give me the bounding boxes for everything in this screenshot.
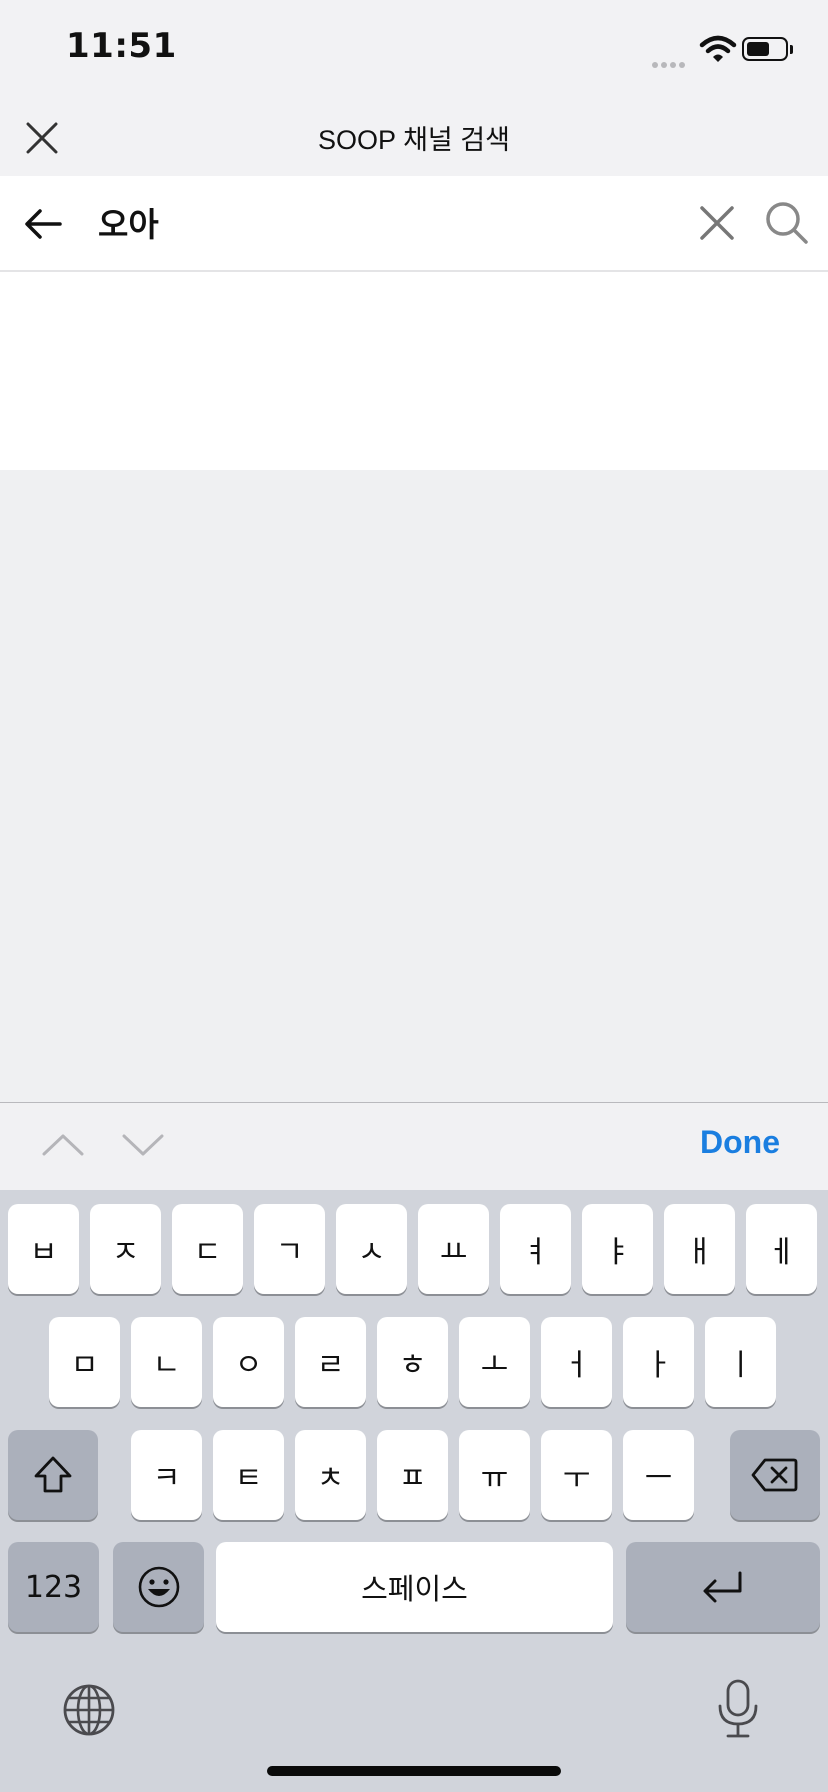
key[interactable]: ㅌ	[213, 1430, 284, 1520]
key-label: ㄷ	[193, 1235, 222, 1270]
key-label: ㅣ	[726, 1348, 755, 1383]
return-icon	[703, 1571, 742, 1603]
search-input[interactable]	[98, 196, 678, 248]
key[interactable]: ㅗ	[459, 1317, 530, 1407]
key[interactable]: ㅍ	[377, 1430, 448, 1520]
key-label: ㅡ	[644, 1461, 673, 1496]
key-label: ㄴ	[152, 1348, 181, 1383]
key-label: ㅌ	[234, 1461, 263, 1496]
key[interactable]: ㅜ	[541, 1430, 612, 1520]
shift-key[interactable]	[8, 1430, 98, 1520]
numbers-key[interactable]: 123	[8, 1542, 99, 1632]
clear-x-icon[interactable]	[696, 202, 738, 244]
key[interactable]: ㄷ	[172, 1204, 243, 1294]
cellular-signal-icon	[652, 53, 688, 72]
key-label: ㅛ	[439, 1235, 468, 1270]
globe-icon[interactable]	[62, 1683, 116, 1737]
space-key-label: 스페이스	[361, 1572, 468, 1606]
key[interactable]: ㅔ	[746, 1204, 817, 1294]
key-label: ㅠ	[480, 1461, 509, 1496]
key-label: ㅗ	[480, 1348, 509, 1383]
emoji-icon	[138, 1566, 179, 1608]
done-button[interactable]: Done	[700, 1124, 780, 1161]
numbers-key-label: 123	[24, 1569, 83, 1605]
shift-icon	[34, 1456, 72, 1493]
key-label: ㅐ	[685, 1235, 714, 1270]
key[interactable]: ㄴ	[131, 1317, 202, 1407]
key[interactable]: ㅎ	[377, 1317, 448, 1407]
key-label: ㅂ	[29, 1235, 58, 1270]
key[interactable]: ㅑ	[582, 1204, 653, 1294]
chevron-up-icon[interactable]	[40, 1128, 86, 1162]
delete-key[interactable]	[730, 1430, 820, 1520]
search-icon[interactable]	[764, 200, 810, 246]
key-label: ㅁ	[70, 1348, 99, 1383]
key-label: ㅇ	[234, 1348, 263, 1383]
backspace-icon	[751, 1458, 798, 1492]
status-time: 11:51	[66, 26, 177, 66]
emoji-key[interactable]	[113, 1542, 204, 1632]
key[interactable]: ㅇ	[213, 1317, 284, 1407]
key[interactable]: ㅣ	[705, 1317, 776, 1407]
key-label: ㅎ	[398, 1348, 427, 1383]
key-label: ㄱ	[275, 1235, 304, 1270]
key[interactable]: ㅊ	[295, 1430, 366, 1520]
key-label: ㄹ	[316, 1348, 345, 1383]
key[interactable]: ㄹ	[295, 1317, 366, 1407]
page-title: SOOP 채널 검색	[318, 125, 510, 155]
chevron-down-icon[interactable]	[120, 1128, 166, 1162]
key-label: ㅅ	[357, 1235, 386, 1270]
key[interactable]: ㅓ	[541, 1317, 612, 1407]
key-label: ㅔ	[767, 1235, 796, 1270]
keyboard: ㅂ ㅈ ㄷ ㄱ ㅅ ㅛ ㅕ ㅑ ㅐ ㅔ ㅁ ㄴ ㅇ ㄹ ㅎ ㅗ ㅓ ㅏ ㅣ ㅋ …	[0, 1190, 828, 1792]
key[interactable]: ㅕ	[500, 1204, 571, 1294]
key[interactable]: ㅈ	[90, 1204, 161, 1294]
wifi-icon	[699, 35, 737, 62]
home-indicator	[267, 1766, 561, 1776]
key-label: ㅓ	[562, 1348, 591, 1383]
key[interactable]: ㅂ	[8, 1204, 79, 1294]
key[interactable]: ㅐ	[664, 1204, 735, 1294]
key[interactable]: ㄱ	[254, 1204, 325, 1294]
space-key[interactable]: 스페이스	[216, 1542, 613, 1632]
key-label: ㅊ	[316, 1461, 345, 1496]
key-label: ㅏ	[644, 1348, 673, 1383]
battery-cap	[790, 45, 793, 54]
key-label: ㅈ	[111, 1235, 140, 1270]
key[interactable]: ㅁ	[49, 1317, 120, 1407]
key-label: ㅑ	[603, 1235, 632, 1270]
key[interactable]: ㅏ	[623, 1317, 694, 1407]
key[interactable]: ㅋ	[131, 1430, 202, 1520]
battery-icon	[742, 37, 788, 61]
key[interactable]: ㅅ	[336, 1204, 407, 1294]
key-label: ㅜ	[562, 1461, 591, 1496]
key-label: ㅋ	[152, 1461, 181, 1496]
key-label: ㅕ	[521, 1235, 550, 1270]
arrow-left-icon[interactable]	[20, 200, 68, 248]
microphone-icon[interactable]	[716, 1678, 760, 1740]
key-label: ㅍ	[398, 1461, 427, 1496]
key[interactable]: ㅡ	[623, 1430, 694, 1520]
search-results-area	[0, 272, 828, 470]
return-key[interactable]	[626, 1542, 820, 1632]
key[interactable]: ㅛ	[418, 1204, 489, 1294]
key[interactable]: ㅠ	[459, 1430, 530, 1520]
